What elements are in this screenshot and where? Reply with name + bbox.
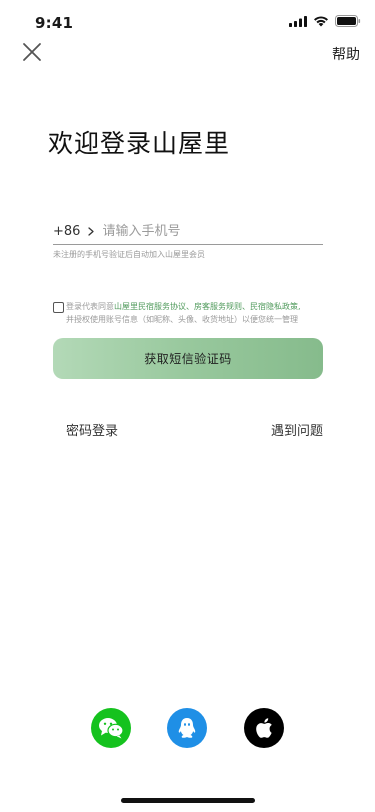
phone-input-row: +86 [53,218,323,245]
page-title: 欢迎登录山屋里 [48,129,231,158]
wifi-icon [314,16,328,27]
social-login-row [0,708,375,750]
close-icon [23,43,41,61]
password-login-link[interactable]: 密码登录 [66,420,118,439]
agreement-line-2: 并授权使用账号信息（如昵称、头像、收货地址）以便您统一管理 [66,315,298,324]
privacy-policy-link[interactable]: 民宿隐私政策, [250,302,301,311]
close-button[interactable] [20,40,44,64]
service-agreement-link[interactable]: 山屋里民宿服务协议、 [114,302,194,311]
status-icons [289,15,361,27]
status-time: 9:41 [35,14,74,32]
agreement-text: 登录代表同意山屋里民宿服务协议、房客服务规则、民宿隐私政策, 并授权使用账号信息… [66,300,328,326]
phone-input[interactable] [102,221,323,241]
problem-link[interactable]: 遇到问题 [271,420,323,439]
qq-login-button[interactable] [167,708,207,748]
get-sms-code-button[interactable]: 获取短信验证码 [53,338,323,379]
phone-hint: 未注册的手机号验证后自动加入山屋里会员 [53,250,205,259]
guest-rules-link[interactable]: 房客服务规则、 [194,302,250,311]
cellular-signal-icon [289,15,307,27]
home-indicator [121,798,255,803]
agreement-line-1: 登录代表同意山屋里民宿服务协议、房客服务规则、民宿隐私政策, [66,300,328,313]
agreement-prefix: 登录代表同意 [66,302,114,311]
apple-icon [256,718,272,738]
help-link[interactable]: 帮助 [332,44,360,64]
chevron-right-icon [88,226,95,236]
agreement-checkbox[interactable] [53,302,64,313]
apple-login-button[interactable] [244,708,284,748]
country-code-label: +86 [53,223,81,239]
wechat-login-button[interactable] [91,708,131,748]
country-code-selector[interactable]: +86 [53,224,102,239]
qq-icon [178,718,196,738]
wechat-icon [99,718,124,739]
battery-icon [335,15,361,27]
status-bar: 9:41 [0,0,375,44]
